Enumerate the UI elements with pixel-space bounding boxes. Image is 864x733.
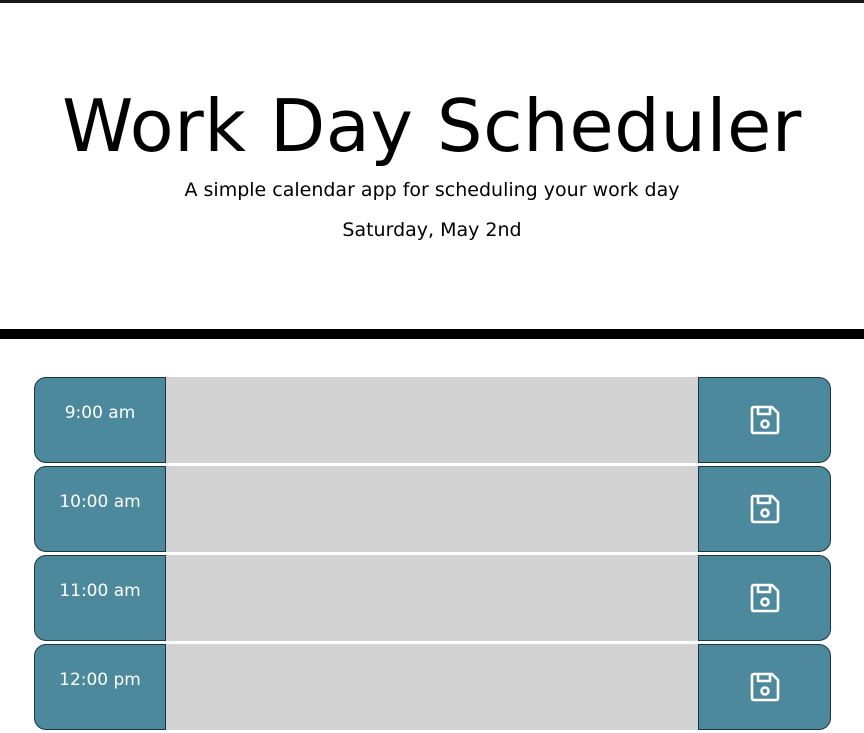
hour-label: 9:00 am bbox=[34, 377, 166, 463]
time-block-10am: 10:00 am bbox=[34, 466, 833, 554]
current-day: Saturday, May 2nd bbox=[342, 219, 522, 241]
floppy-disk-icon bbox=[749, 404, 781, 436]
floppy-disk-icon bbox=[749, 493, 781, 525]
time-block-9am: 9:00 am bbox=[34, 377, 833, 465]
page-title: Work Day Scheduler bbox=[62, 84, 802, 168]
save-button[interactable] bbox=[698, 644, 831, 730]
header: Work Day Scheduler A simple calendar app… bbox=[0, 3, 864, 329]
hour-label: 11:00 am bbox=[34, 555, 166, 641]
event-description-input[interactable] bbox=[166, 644, 698, 731]
time-block-12pm: 12:00 pm bbox=[34, 644, 833, 732]
time-block-11am: 11:00 am bbox=[34, 555, 833, 643]
floppy-disk-icon bbox=[749, 582, 781, 614]
schedule-container: 9:00 am 10:00 am 11:00 am 12:00 pm bbox=[34, 377, 833, 733]
hour-label: 12:00 pm bbox=[34, 644, 166, 730]
event-description-input[interactable] bbox=[166, 555, 698, 642]
floppy-disk-icon bbox=[749, 671, 781, 703]
save-button[interactable] bbox=[698, 377, 831, 463]
event-description-input[interactable] bbox=[166, 466, 698, 553]
page-subtitle: A simple calendar app for scheduling you… bbox=[184, 179, 680, 201]
save-button[interactable] bbox=[698, 466, 831, 552]
save-button[interactable] bbox=[698, 555, 831, 641]
header-divider bbox=[0, 329, 864, 339]
event-description-input[interactable] bbox=[166, 377, 698, 464]
hour-label: 10:00 am bbox=[34, 466, 166, 552]
